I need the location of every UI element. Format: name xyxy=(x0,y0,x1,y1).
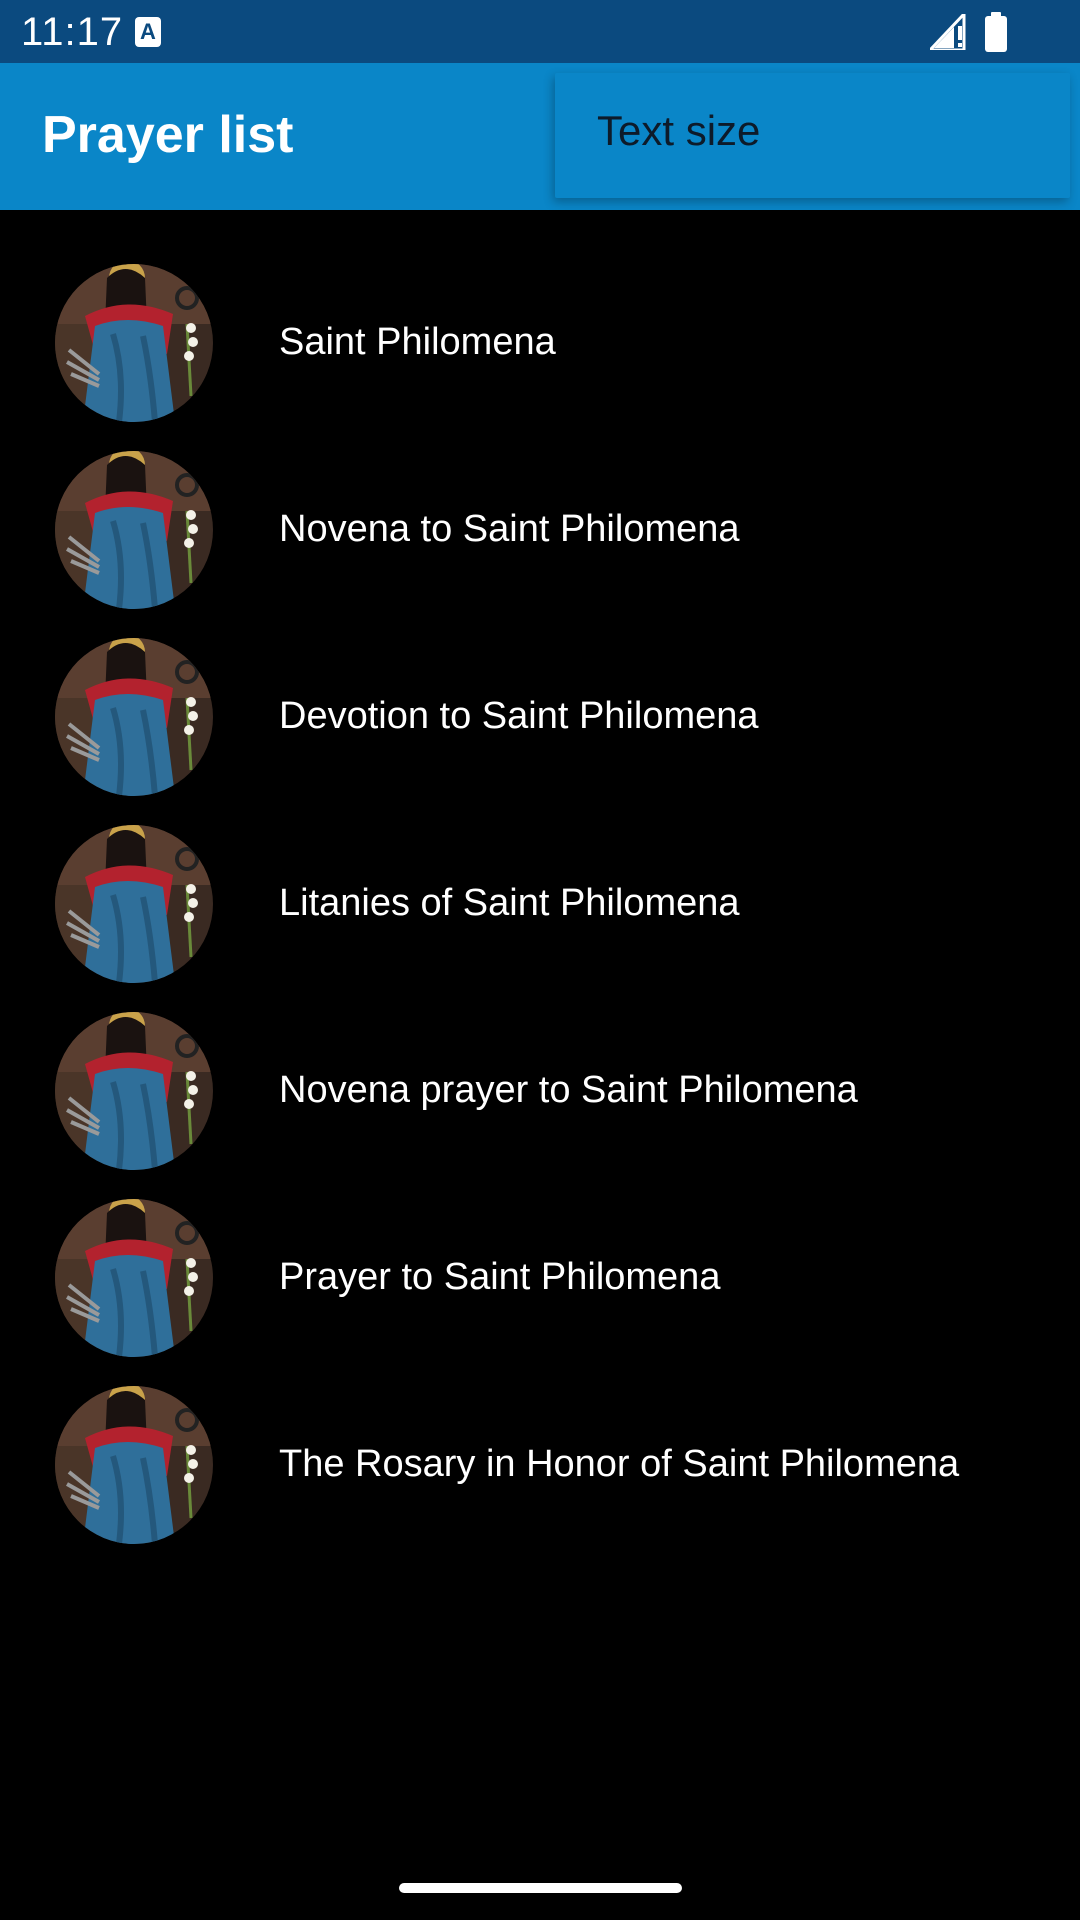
list-item[interactable]: Saint Philomena xyxy=(0,210,1080,422)
list-item-label: Novena to Saint Philomena xyxy=(279,508,740,550)
list-item[interactable]: Novena to Saint Philomena xyxy=(0,397,1080,609)
list-item[interactable]: Litanies of Saint Philomena xyxy=(0,771,1080,983)
status-time: 11:17 xyxy=(21,10,124,54)
list-item[interactable]: Prayer to Saint Philomena xyxy=(0,1145,1080,1357)
overflow-popup-menu: Text size xyxy=(555,73,1070,198)
keyboard-a-icon: A xyxy=(135,17,161,47)
list-item[interactable]: Novena prayer to Saint Philomena xyxy=(0,958,1080,1170)
battery-icon xyxy=(985,12,1007,52)
list-item-label: The Rosary in Honor of Saint Philomena xyxy=(279,1443,960,1485)
saint-philomena-avatar xyxy=(55,1386,213,1544)
list-item-label: Saint Philomena xyxy=(279,321,556,363)
list-item-label: Devotion to Saint Philomena xyxy=(279,695,759,737)
status-bar: 11:17 A xyxy=(0,0,1080,63)
menu-item-text-size[interactable]: Text size xyxy=(597,103,760,159)
list-item[interactable]: Devotion to Saint Philomena xyxy=(0,584,1080,796)
screen: 11:17 A Prayer list Text size Saint Phil… xyxy=(0,0,1080,1920)
signal-alert-icon xyxy=(930,14,966,50)
list-item-label: Litanies of Saint Philomena xyxy=(279,882,740,924)
list-item-label: Prayer to Saint Philomena xyxy=(279,1256,721,1298)
list-item-label: Novena prayer to Saint Philomena xyxy=(279,1069,858,1111)
list-item[interactable]: The Rosary in Honor of Saint Philomena xyxy=(0,1332,1080,1544)
prayer-list: Saint Philomena Novena to Saint Philomen… xyxy=(0,210,1080,1544)
page-title: Prayer list xyxy=(42,106,294,164)
home-indicator[interactable] xyxy=(399,1883,682,1893)
